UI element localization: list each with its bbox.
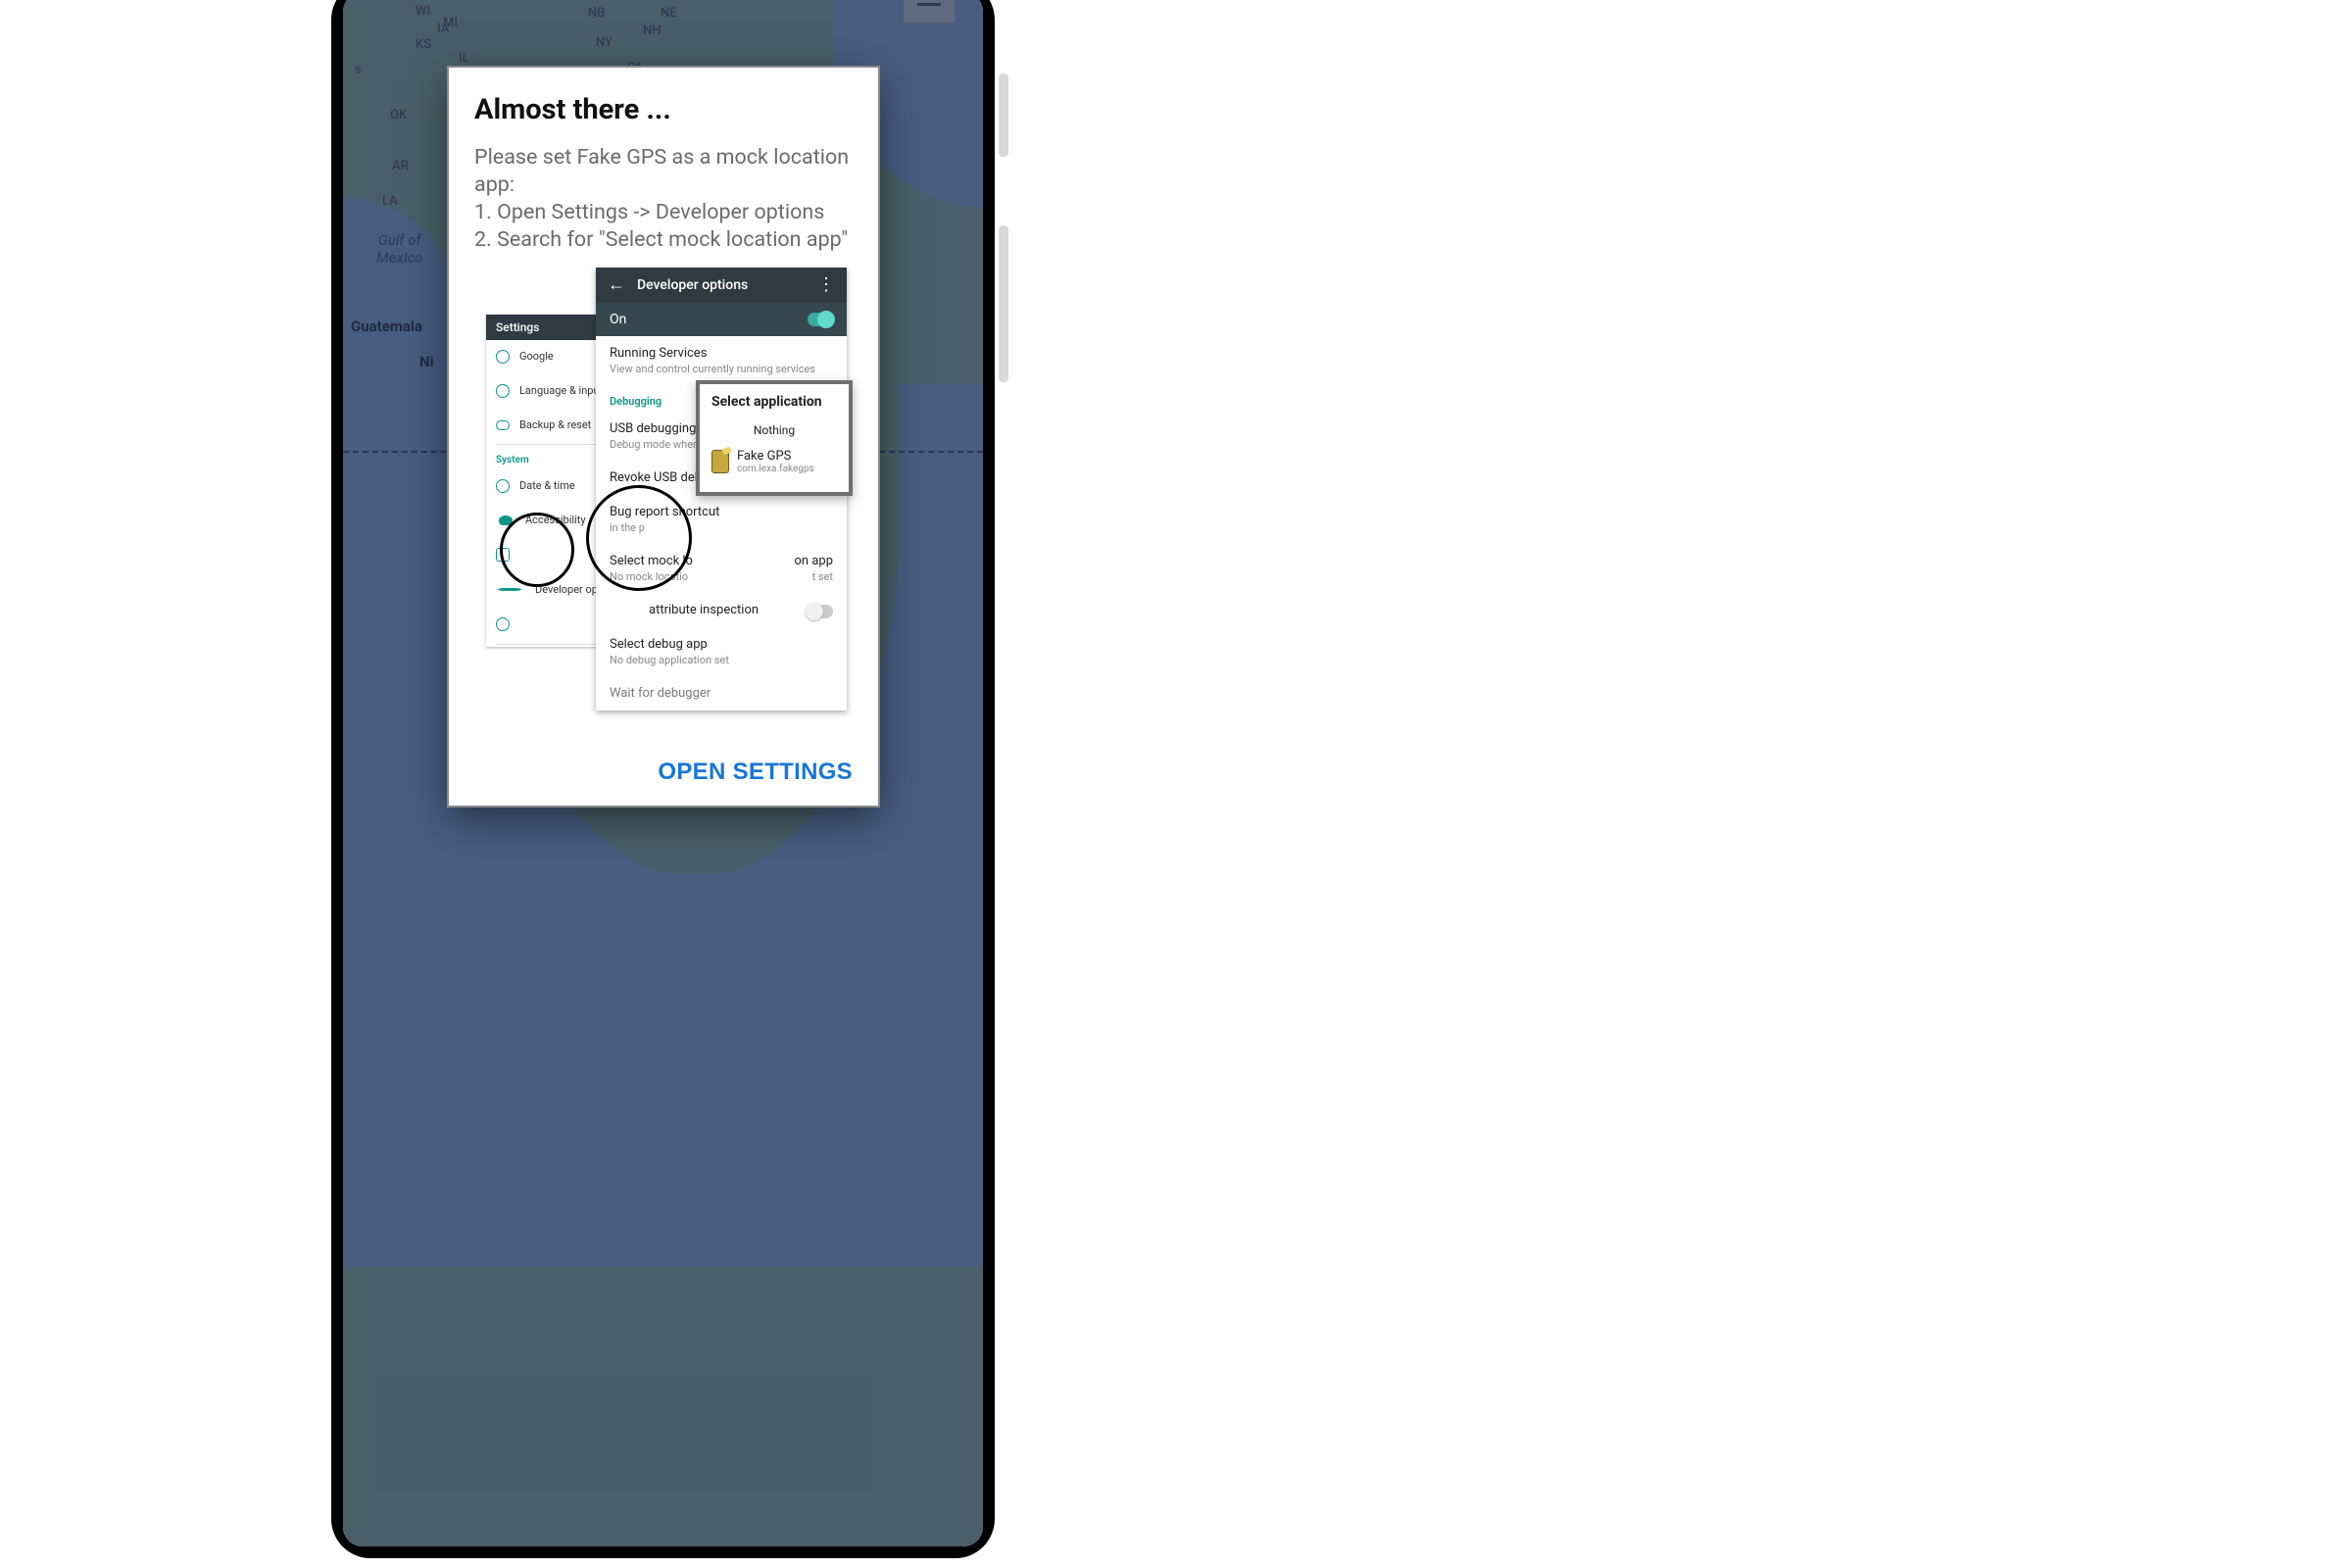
mock-location-dialog: Almost there ... Please set Fake GPS as … bbox=[449, 68, 878, 806]
toggle-off-icon bbox=[808, 605, 833, 618]
dev-select-debug-app: Select debug app No debug application se… bbox=[596, 627, 847, 676]
mock-right-s: t set bbox=[812, 570, 833, 583]
label: attribute inspection bbox=[610, 603, 833, 617]
sublabel: View and control currently running servi… bbox=[610, 363, 833, 375]
label: Date & time bbox=[519, 479, 575, 492]
mock-right-t: on app bbox=[795, 554, 834, 568]
highlight-circle-icon bbox=[586, 485, 692, 591]
label: Google bbox=[519, 350, 554, 363]
clock-icon bbox=[496, 479, 510, 493]
cloud-icon bbox=[496, 420, 510, 430]
dev-wait-debugger: Wait for debugger bbox=[596, 676, 847, 710]
dialog-title: Almost there ... bbox=[474, 93, 853, 126]
sublabel: No debug application set bbox=[610, 654, 833, 666]
open-settings-button[interactable]: OPEN SETTINGS bbox=[658, 759, 853, 786]
dev-appbar-title: Developer options bbox=[637, 277, 748, 293]
label: Wait for debugger bbox=[610, 686, 833, 701]
label: Language & input bbox=[519, 384, 603, 397]
info-icon bbox=[496, 617, 510, 631]
dev-running-services: Running Services View and control curren… bbox=[596, 336, 847, 385]
toggle-on-icon bbox=[808, 313, 833, 326]
phone-screen: NB NE KS IA MO OK AR MS LA IL WI MI IN T… bbox=[343, 0, 983, 1546]
dev-master-toggle-row: On bbox=[596, 303, 847, 336]
dev-attribute-inspection: attribute inspection bbox=[596, 593, 847, 627]
dialog-instructions: Please set Fake GPS as a mock location a… bbox=[474, 144, 853, 254]
instruction-screenshot: Settings Google Language & input Backup … bbox=[449, 268, 878, 689]
phone-volume-button bbox=[999, 225, 1008, 382]
google-icon bbox=[496, 350, 510, 364]
more-icon: ⋮ bbox=[817, 274, 835, 295]
dev-on-label: On bbox=[610, 312, 626, 327]
popup-option-fakegps: Fake GPS com.lexa.fakegps bbox=[711, 443, 837, 480]
fakegps-name: Fake GPS bbox=[737, 449, 814, 464]
phone-frame: NB NE KS IA MO OK AR MS LA IL WI MI IN T… bbox=[331, 0, 995, 1558]
dialog-footer: OPEN SETTINGS bbox=[449, 739, 878, 806]
highlight-circle-icon bbox=[500, 513, 574, 587]
popup-title: Select application bbox=[711, 394, 837, 410]
popup-option-nothing: Nothing bbox=[711, 417, 837, 443]
back-icon: ← bbox=[608, 274, 625, 295]
fakegps-package: com.lexa.fakegps bbox=[737, 464, 814, 474]
phone-power-button bbox=[999, 74, 1008, 157]
select-application-popup: Select application Nothing Fake GPS com.… bbox=[696, 380, 853, 496]
dev-appbar: ← Developer options ⋮ bbox=[596, 268, 847, 303]
fakegps-icon bbox=[711, 450, 729, 473]
label: Select debug app bbox=[610, 637, 833, 652]
label: Running Services bbox=[610, 346, 833, 361]
developer-icon bbox=[498, 588, 512, 591]
globe-icon bbox=[496, 384, 510, 398]
label: Backup & reset bbox=[519, 418, 591, 431]
